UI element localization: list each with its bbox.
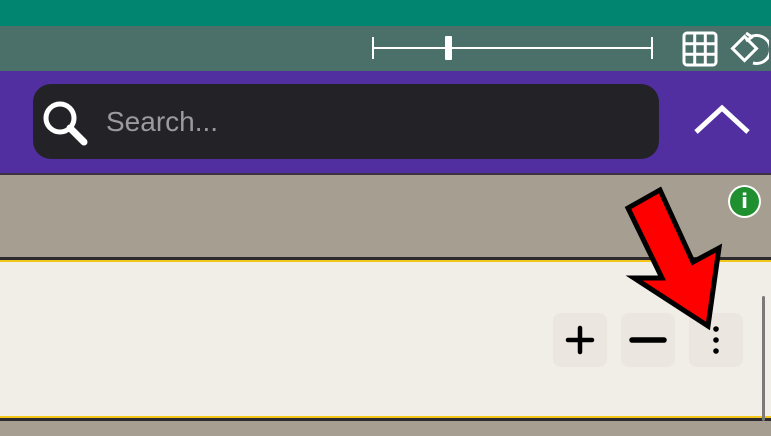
slider-thumb[interactable] (444, 36, 452, 60)
more-vertical-icon (713, 326, 719, 354)
chevron-up-icon (694, 104, 750, 134)
add-button[interactable] (553, 313, 607, 367)
minus-icon (629, 337, 667, 343)
slider-end-cap (651, 37, 653, 59)
rotate-icon (730, 31, 771, 65)
slider-start-cap (372, 37, 374, 59)
rotate-button[interactable] (729, 29, 771, 69)
plus-icon (565, 325, 595, 355)
search-input[interactable] (106, 97, 636, 147)
info-button[interactable]: i (728, 185, 761, 218)
slider-track (372, 47, 653, 49)
grid-icon (682, 31, 718, 67)
scrollbar[interactable] (762, 296, 765, 421)
top-status-bar (0, 0, 771, 26)
search-icon (43, 101, 88, 146)
remove-button[interactable] (621, 313, 675, 367)
zoom-slider[interactable] (372, 36, 653, 60)
more-options-button[interactable] (689, 313, 743, 367)
info-icon: i (730, 187, 759, 216)
info-strip (0, 175, 771, 257)
grid-view-button[interactable] (682, 31, 718, 67)
collapse-button[interactable] (690, 96, 754, 144)
